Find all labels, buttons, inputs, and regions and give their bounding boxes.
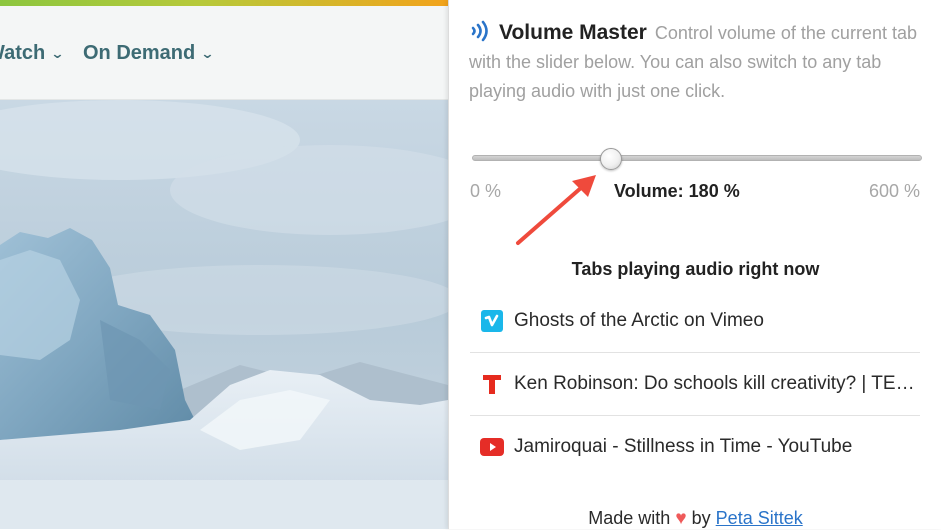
author-link[interactable]: Peta Sittek: [716, 508, 803, 528]
audio-tab-list: Ghosts of the Arctic on Vimeo Ken Robins…: [470, 290, 920, 478]
audio-tab-ted[interactable]: Ken Robinson: Do schools kill creativity…: [470, 353, 920, 416]
hero-image-arctic: [0, 100, 448, 529]
nav-on-demand[interactable]: On Demand ⌄: [83, 42, 215, 65]
youtube-icon: [480, 435, 504, 459]
background-website: Watch ⌄ On Demand ⌄: [0, 0, 448, 529]
app-title: Volume Master: [499, 21, 647, 44]
volume-min-label: 0 %: [470, 181, 502, 201]
annotation-arrow-icon: [516, 175, 596, 245]
arctic-landscape-image: [0, 100, 448, 529]
volume-slider-track[interactable]: [472, 155, 922, 161]
audio-tab-label: Jamiroquai - Stillness in Time - YouTube: [514, 436, 853, 457]
ted-icon: [480, 372, 504, 396]
footer-prefix: Made with: [588, 508, 671, 528]
audio-tab-label: Ghosts of the Arctic on Vimeo: [514, 310, 764, 331]
nav-watch-label: Watch: [0, 42, 46, 64]
site-nav: Watch ⌄ On Demand ⌄: [0, 6, 448, 100]
heart-icon: ♥: [675, 508, 687, 529]
footer-by: by: [691, 508, 711, 528]
vimeo-icon: [480, 309, 504, 333]
nav-on-demand-label: On Demand: [83, 42, 196, 64]
volume-max-label: 600 %: [868, 181, 920, 201]
popup-footer: Made with ♥ by Peta Sittek: [449, 508, 941, 530]
popup-header: Volume Master Control volume of the curr…: [469, 18, 919, 106]
tabs-heading: Tabs playing audio right now: [571, 259, 820, 279]
nav-watch[interactable]: Watch ⌄: [0, 42, 65, 65]
audio-tab-vimeo[interactable]: Ghosts of the Arctic on Vimeo: [470, 290, 920, 353]
audio-tab-youtube[interactable]: Jamiroquai - Stillness in Time - YouTube: [470, 416, 920, 478]
volume-master-popup: Volume Master Control volume of the curr…: [448, 0, 941, 529]
volume-waves-icon: [469, 20, 495, 42]
audio-tab-label: Ken Robinson: Do schools kill creativity…: [514, 373, 920, 394]
volume-current-label: Volume: 180 %: [614, 181, 740, 201]
chevron-down-icon: ⌄: [200, 45, 215, 61]
chevron-down-icon: ⌄: [50, 45, 65, 61]
